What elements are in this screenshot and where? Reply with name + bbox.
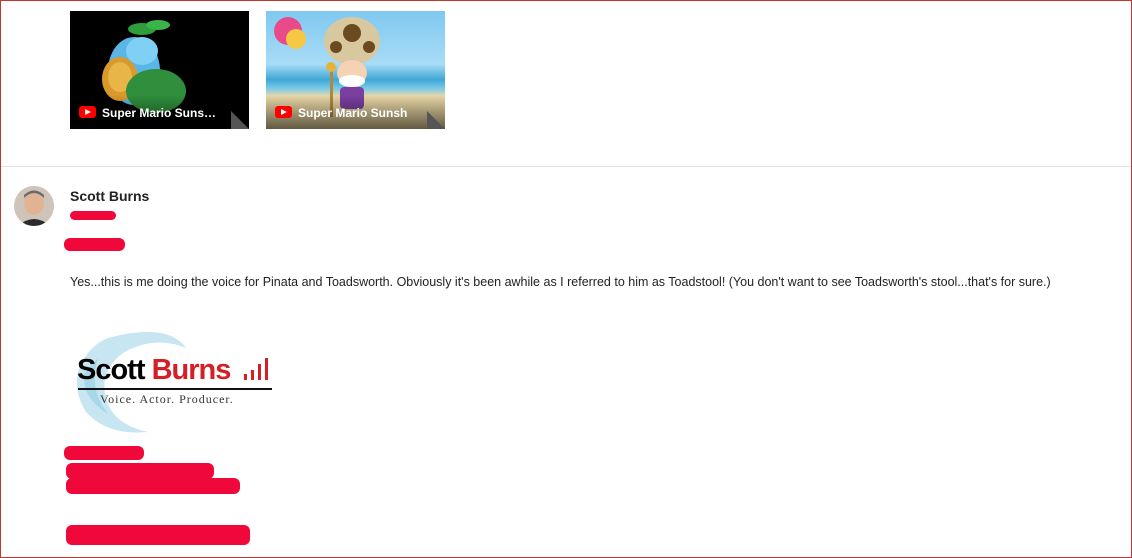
redaction-mark <box>64 238 125 251</box>
redaction-mark <box>64 446 144 460</box>
avatar[interactable] <box>14 186 54 226</box>
logo-last-name: Burns <box>151 354 232 386</box>
section-divider <box>1 166 1131 167</box>
youtube-icon <box>275 106 292 118</box>
video-thumbnail-2[interactable]: Super Mario Sunsh <box>266 11 445 129</box>
redaction-mark <box>66 525 250 545</box>
redaction-mark <box>66 478 240 494</box>
logo-first-name: Scott <box>77 354 145 386</box>
logo-rule <box>78 388 272 390</box>
comment-author[interactable]: Scott Burns <box>70 188 149 204</box>
video-title: Super Mario Sunsh <box>298 106 408 120</box>
video-title: Super Mario Sunsh... <box>102 106 220 120</box>
avatar-photo <box>14 186 54 226</box>
logo-name: Scott Burns <box>77 354 232 387</box>
page-curl-icon <box>231 111 249 129</box>
redaction-mark <box>70 211 116 220</box>
video-thumbnail-1[interactable]: Super Mario Sunsh... <box>70 11 249 129</box>
page-curl-icon <box>427 111 445 129</box>
redaction-mark <box>66 463 214 479</box>
logo-tagline: Voice. Actor. Producer. <box>100 392 234 406</box>
comment-text: Yes...this is me doing the voice for Pin… <box>70 275 1051 289</box>
youtube-icon <box>79 106 96 118</box>
signature-logo: Scott Burns Voice. Actor. Producer. <box>68 328 278 438</box>
